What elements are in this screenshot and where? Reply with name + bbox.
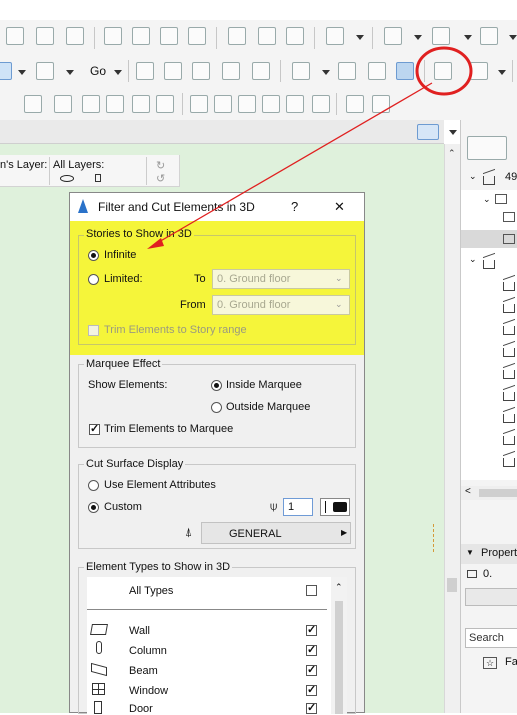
annotation-arrow-line xyxy=(151,82,433,247)
annotation-overlay xyxy=(147,46,473,249)
annotation-arrow-head xyxy=(147,238,164,249)
